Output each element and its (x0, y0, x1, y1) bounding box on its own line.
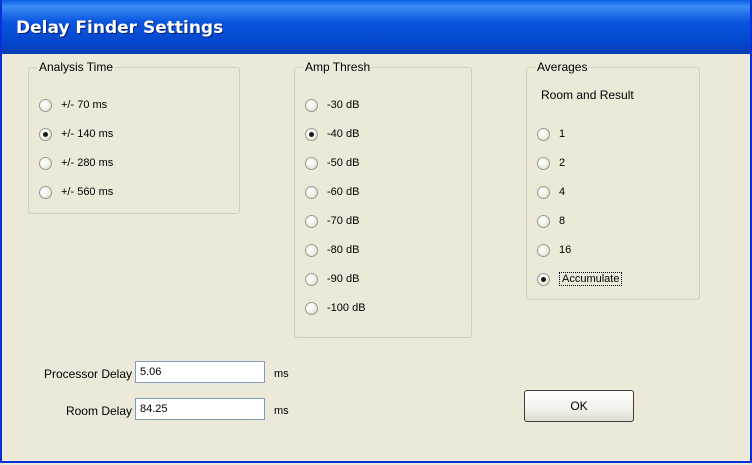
radio-label: +/- 140 ms (61, 128, 114, 140)
radio-button-icon (39, 98, 52, 112)
radio-button-icon (537, 243, 550, 257)
radio-label: +/- 280 ms (61, 157, 114, 169)
radio-label: 16 (559, 244, 572, 256)
analysis-time-option-560[interactable]: +/- 560 ms (39, 183, 113, 201)
radio-label: 1 (559, 128, 566, 140)
radio-button-icon (39, 185, 52, 199)
amp-thresh-legend: Amp Thresh (305, 60, 371, 74)
radio-button-icon (39, 156, 52, 170)
amp-thresh-group: Amp Thresh -30 dB -40 dB -50 dB -60 dB -… (294, 60, 472, 338)
averages-option-2[interactable]: 2 (537, 154, 565, 172)
averages-legend: Averages (537, 60, 588, 74)
room-delay-unit: ms (274, 405, 289, 417)
radio-button-icon (537, 272, 550, 286)
averages-option-1[interactable]: 1 (537, 125, 565, 143)
radio-label: -30 dB (327, 99, 360, 111)
amp-thresh-option-80[interactable]: -80 dB (305, 241, 359, 259)
room-delay-label: Room Delay (65, 404, 132, 418)
amp-thresh-option-100[interactable]: -100 dB (305, 299, 366, 317)
dialog-client-area: Analysis Time +/- 70 ms +/- 140 ms +/- 2… (4, 54, 748, 459)
radio-label: -40 dB (327, 128, 360, 140)
radio-label: +/- 70 ms (61, 99, 108, 111)
radio-button-icon (305, 185, 318, 199)
radio-label: -60 dB (327, 186, 360, 198)
radio-button-icon (537, 214, 550, 228)
processor-delay-unit: ms (274, 368, 289, 380)
radio-button-icon (537, 127, 550, 141)
amp-thresh-option-60[interactable]: -60 dB (305, 183, 359, 201)
radio-label: -100 dB (327, 302, 366, 314)
analysis-time-option-140[interactable]: +/- 140 ms (39, 125, 113, 143)
radio-button-icon (537, 156, 550, 170)
averages-group: Averages Room and Result 1 2 4 8 16 Accu… (526, 60, 700, 300)
averages-caption: Room and Result (541, 88, 634, 102)
radio-button-icon (39, 127, 52, 141)
radio-button-icon (537, 185, 550, 199)
radio-label: -80 dB (327, 244, 360, 256)
radio-button-icon (305, 214, 318, 228)
radio-label: -70 dB (327, 215, 360, 227)
averages-option-8[interactable]: 8 (537, 212, 565, 230)
amp-thresh-option-70[interactable]: -70 dB (305, 212, 359, 230)
analysis-time-group: Analysis Time +/- 70 ms +/- 140 ms +/- 2… (28, 60, 240, 214)
room-delay-field[interactable]: 84.25 (135, 398, 265, 420)
processor-delay-field[interactable]: 5.06 (135, 361, 265, 383)
window-title: Delay Finder Settings (16, 18, 224, 38)
averages-option-accumulate[interactable]: Accumulate (537, 270, 623, 288)
amp-thresh-option-90[interactable]: -90 dB (305, 270, 359, 288)
averages-option-16[interactable]: 16 (537, 241, 571, 259)
radio-label: -50 dB (327, 157, 360, 169)
radio-label: 2 (559, 157, 566, 169)
radio-label: 4 (559, 186, 566, 198)
amp-thresh-option-40[interactable]: -40 dB (305, 125, 359, 143)
ok-button[interactable]: OK (524, 390, 634, 422)
title-bar[interactable]: Delay Finder Settings (2, 0, 750, 54)
analysis-time-option-280[interactable]: +/- 280 ms (39, 154, 113, 172)
radio-label: Accumulate (559, 272, 623, 286)
radio-button-icon (305, 127, 318, 141)
radio-button-icon (305, 243, 318, 257)
analysis-time-option-70[interactable]: +/- 70 ms (39, 96, 107, 114)
amp-thresh-option-50[interactable]: -50 dB (305, 154, 359, 172)
radio-label: +/- 560 ms (61, 186, 114, 198)
averages-option-4[interactable]: 4 (537, 183, 565, 201)
amp-thresh-option-30[interactable]: -30 dB (305, 96, 359, 114)
radio-button-icon (305, 156, 318, 170)
radio-button-icon (305, 98, 318, 112)
dialog-window: Delay Finder Settings Analysis Time +/- … (0, 0, 752, 463)
analysis-time-legend: Analysis Time (39, 60, 114, 74)
radio-label: -90 dB (327, 273, 360, 285)
radio-button-icon (305, 301, 318, 315)
processor-delay-label: Processor Delay (43, 367, 132, 381)
radio-button-icon (305, 272, 318, 286)
radio-label: 8 (559, 215, 566, 227)
